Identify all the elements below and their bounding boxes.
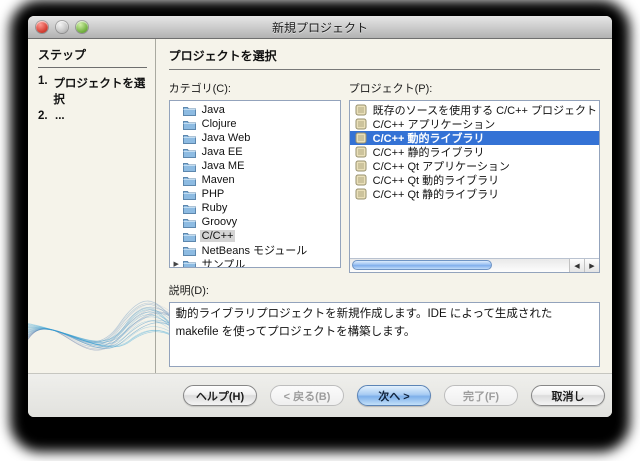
project-icon: [355, 174, 367, 186]
folder-icon: [182, 245, 196, 256]
category-item[interactable]: Ruby: [170, 201, 340, 215]
folder-icon: [182, 189, 196, 200]
projects-list[interactable]: 既存のソースを使用する C/C++ プロジェクト C/C++ アプリケーション C/…: [348, 100, 600, 273]
step-item: 1. プロジェクトを選択: [38, 75, 147, 107]
main-panel: プロジェクトを選択 カテゴリ(C): Java Clojure Java Web Ja…: [156, 39, 612, 373]
minimize-button: [56, 21, 68, 33]
folder-icon: [182, 203, 196, 214]
scrollbar-thumb[interactable]: [351, 260, 493, 270]
step-item: 2....: [38, 110, 147, 122]
project-item[interactable]: C/C++ 動的ライブラリ: [349, 131, 599, 145]
traffic-lights: [36, 16, 88, 38]
category-label: Groovy: [201, 216, 238, 228]
category-item[interactable]: Java ME: [170, 159, 340, 173]
close-button[interactable]: [36, 21, 48, 33]
category-label: サンプル: [201, 259, 246, 268]
category-item[interactable]: Java Web: [170, 131, 340, 145]
project-icon: [355, 132, 367, 144]
category-label: C/C++: [199, 230, 236, 242]
category-label: Java EE: [201, 146, 243, 158]
project-item[interactable]: C/C++ Qt アプリケーション: [350, 159, 599, 173]
folder-icon: [182, 133, 196, 144]
cancel-button[interactable]: 取消し: [531, 385, 605, 406]
step-label: プロジェクトを選択: [53, 78, 146, 106]
window-title: 新規プロジェクト: [271, 20, 368, 35]
page-title: プロジェクトを選択: [168, 47, 600, 70]
description-label: 説明(D):: [168, 285, 209, 297]
category-item[interactable]: C/C++: [170, 229, 340, 243]
folder-icon: [182, 161, 196, 172]
titlebar[interactable]: 新規プロジェクト: [28, 16, 612, 39]
project-icon: [355, 146, 367, 158]
project-icon: [355, 188, 367, 200]
scrollbar-track[interactable]: [349, 259, 569, 272]
next-button[interactable]: 次へ >: [357, 385, 431, 406]
projects-label: プロジェクト(P):: [348, 83, 433, 95]
help-button[interactable]: ヘルプ(H): [183, 385, 257, 406]
steps-list: 1. プロジェクトを選択 2....: [38, 75, 147, 122]
projects-rows: 既存のソースを使用する C/C++ プロジェクト C/C++ アプリケーション C/…: [349, 103, 599, 201]
folder-icon: [182, 105, 196, 116]
step-number: 2.: [38, 110, 48, 122]
project-item[interactable]: C/C++ 静的ライブラリ: [350, 145, 599, 159]
category-item[interactable]: Groovy: [170, 215, 340, 229]
new-project-dialog: 新規プロジェクト ステップ 1. プロジェクトを選択 2.... プロジェクトを選択…: [28, 16, 612, 417]
category-item[interactable]: Java: [170, 103, 340, 117]
categories-list[interactable]: Java Clojure Java Web Java EE Java ME Maven PH…: [168, 100, 341, 268]
categories-label: カテゴリ(C):: [168, 83, 231, 95]
category-label: Java: [201, 104, 225, 116]
categories-column: カテゴリ(C): Java Clojure Java Web Java EE Java …: [168, 80, 341, 273]
category-label: PHP: [201, 188, 225, 200]
category-item[interactable]: PHP: [170, 187, 340, 201]
category-item[interactable]: ▶ サンプル: [170, 257, 340, 268]
lists-row: カテゴリ(C): Java Clojure Java Web Java EE Java …: [168, 80, 600, 273]
category-label: Java ME: [201, 160, 245, 172]
category-label: Ruby: [201, 202, 228, 214]
horizontal-scrollbar[interactable]: ◀ ▶: [349, 258, 599, 272]
scroll-right-arrow[interactable]: ▶: [584, 259, 599, 272]
category-item[interactable]: NetBeans モジュール: [170, 243, 340, 257]
category-item[interactable]: Java EE: [170, 145, 340, 159]
button-bar: ヘルプ(H) < 戻る(B) 次へ > 完了(F) 取消し: [28, 373, 612, 417]
project-icon: [355, 118, 367, 130]
folder-icon: [182, 147, 196, 158]
category-label: Clojure: [201, 118, 237, 130]
folder-icon: [182, 175, 196, 186]
screenshot-stage: 新規プロジェクト ステップ 1. プロジェクトを選択 2.... プロジェクトを選択…: [0, 0, 640, 461]
project-item[interactable]: C/C++ Qt 動的ライブラリ: [350, 173, 599, 187]
project-item[interactable]: 既存のソースを使用する C/C++ プロジェクト: [350, 103, 599, 117]
folder-icon: [182, 231, 196, 242]
step-number: 1.: [38, 75, 48, 87]
project-icon: [355, 160, 367, 172]
folder-icon: [182, 217, 196, 228]
category-label: Java Web: [201, 132, 251, 144]
project-icon: [355, 104, 367, 116]
back-button: < 戻る(B): [270, 385, 344, 406]
description-text: 動的ライブラリプロジェクトを新規作成します。IDE によって生成された make…: [168, 302, 600, 367]
project-label: C/C++ Qt 静的ライブラリ: [372, 189, 500, 201]
steps-sidebar: ステップ 1. プロジェクトを選択 2....: [28, 39, 180, 373]
category-item[interactable]: Maven: [170, 173, 340, 187]
folder-icon: [182, 259, 196, 267]
dialog-body: ステップ 1. プロジェクトを選択 2.... プロジェクトを選択 カテゴリ(C):…: [28, 39, 612, 373]
projects-column: プロジェクト(P): 既存のソースを使用する C/C++ プロジェクト C/C++…: [348, 80, 600, 273]
project-item[interactable]: C/C++ Qt 静的ライブラリ: [350, 187, 599, 201]
steps-header: ステップ: [38, 46, 147, 68]
category-label: Maven: [201, 174, 235, 186]
category-item[interactable]: Clojure: [170, 117, 340, 131]
expand-arrow-icon[interactable]: ▶: [170, 260, 183, 267]
zoom-button[interactable]: [76, 21, 88, 33]
scroll-left-arrow[interactable]: ◀: [569, 259, 584, 272]
step-label: ...: [55, 110, 65, 122]
project-item[interactable]: C/C++ アプリケーション: [350, 117, 599, 131]
folder-icon: [182, 119, 196, 130]
finish-button: 完了(F): [444, 385, 518, 406]
